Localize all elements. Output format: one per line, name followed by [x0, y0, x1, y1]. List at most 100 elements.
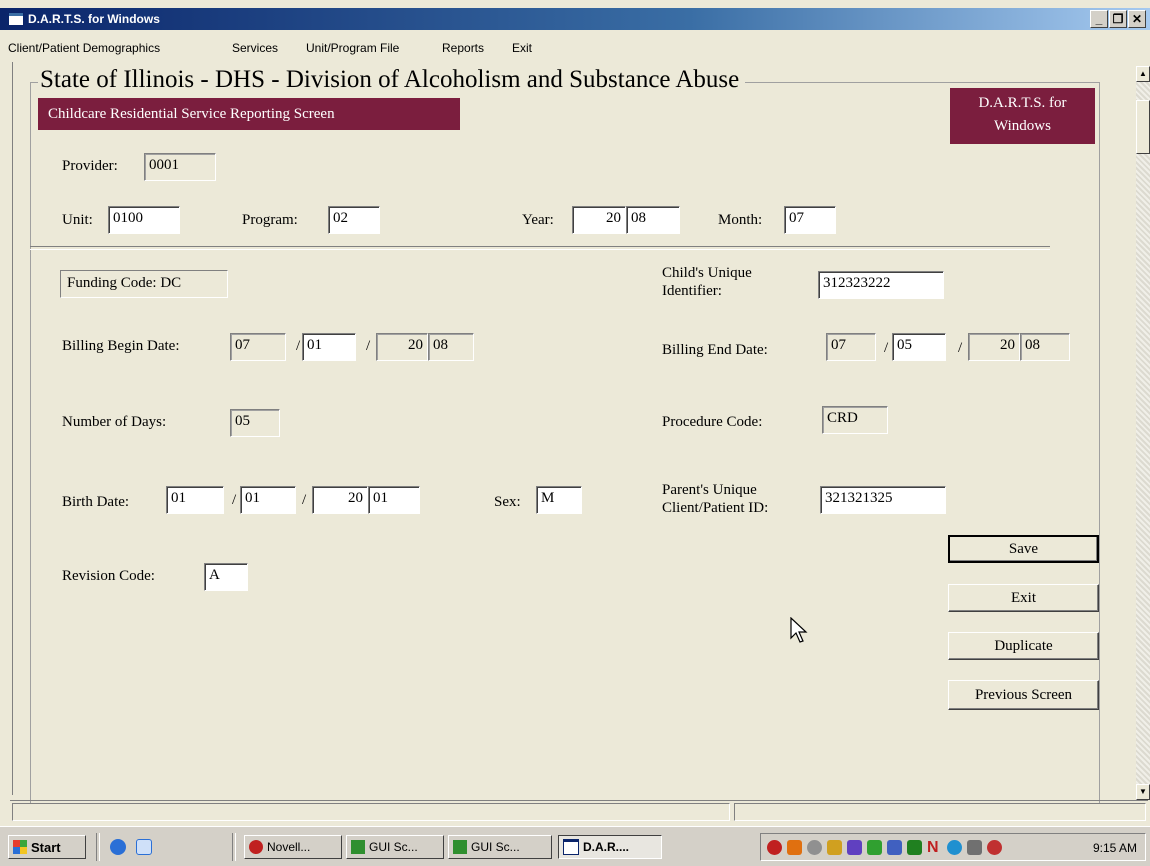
browser-icon[interactable]: [110, 839, 126, 855]
parent-id-label-1: Parent's Unique: [662, 482, 757, 498]
brand-line-2: Windows: [994, 118, 1051, 134]
taskbar: Start Novell... GUI Sc... GUI Sc... D.A.…: [0, 826, 1150, 866]
screen-subtitle: Childcare Residential Service Reporting …: [38, 98, 460, 130]
days-field: 05: [230, 409, 280, 437]
tray-icon[interactable]: [987, 840, 1002, 855]
birth-date-label: Birth Date:: [62, 494, 130, 510]
tray-icon[interactable]: [967, 840, 982, 855]
child-id-field[interactable]: 312323222: [818, 271, 944, 299]
desktop-icon[interactable]: [136, 839, 152, 855]
revision-code-field[interactable]: A: [204, 563, 248, 591]
program-field[interactable]: 02: [328, 206, 380, 234]
scroll-down-icon[interactable]: ▼: [1136, 784, 1150, 800]
birth-year-field[interactable]: 01: [368, 486, 420, 514]
taskbar-item-novell[interactable]: Novell...: [244, 835, 342, 859]
year-label: Year:: [522, 212, 554, 228]
parent-id-label-2: Client/Patient ID:: [662, 500, 769, 516]
end-month-field: 07: [826, 333, 876, 361]
restore-button[interactable]: ❐: [1109, 10, 1127, 28]
date-separator: /: [366, 338, 371, 354]
menu-client-patient-demographics[interactable]: Client/Patient Demographics: [8, 41, 160, 55]
month-label: Month:: [718, 212, 763, 228]
taskbar-item-gui-2[interactable]: GUI Sc...: [448, 835, 552, 859]
minimize-button[interactable]: _: [1090, 10, 1108, 28]
days-label: Number of Days:: [62, 414, 167, 430]
taskbar-item-label: Novell...: [267, 840, 311, 854]
start-button[interactable]: Start: [8, 835, 86, 859]
birth-day-field[interactable]: 01: [240, 486, 296, 514]
form-frame: [30, 82, 1100, 803]
menu-unit-program-file[interactable]: Unit/Program File: [306, 41, 399, 55]
page-title: State of Illinois - DHS - Division of Al…: [38, 66, 746, 94]
close-button[interactable]: ✕: [1128, 10, 1146, 28]
sex-field[interactable]: M: [536, 486, 582, 514]
start-label: Start: [31, 839, 61, 855]
tray-icon[interactable]: [807, 840, 822, 855]
begin-month-field: 07: [230, 333, 286, 361]
title-bar: D.A.R.T.S. for Windows _ ❐ ✕: [0, 8, 1150, 30]
parent-id-field[interactable]: 321321325: [820, 486, 946, 514]
date-separator: /: [296, 338, 301, 354]
tray-icon[interactable]: [907, 840, 922, 855]
tray-icon[interactable]: [867, 840, 882, 855]
parent-id-label: Parent's Unique Client/Patient ID:: [662, 481, 768, 517]
brand-line-1: D.A.R.T.S. for: [978, 95, 1067, 111]
date-separator: /: [232, 492, 237, 508]
procedure-field: CRD: [822, 406, 888, 434]
gui-app-icon: [351, 840, 365, 854]
windows-logo-icon: [13, 840, 27, 854]
status-pane-1: [12, 803, 730, 821]
birth-century-field[interactable]: 20: [312, 486, 368, 514]
program-label: Program:: [242, 212, 298, 228]
duplicate-button[interactable]: Duplicate: [948, 632, 1099, 660]
provider-field: 0001: [144, 153, 216, 181]
child-id-label-2: Identifier:: [662, 283, 722, 299]
exit-button[interactable]: Exit: [948, 584, 1099, 612]
n-icon[interactable]: N: [927, 840, 942, 856]
save-button[interactable]: Save: [948, 535, 1099, 563]
taskbar-separator: [232, 833, 236, 861]
end-day-field[interactable]: 05: [892, 333, 946, 361]
unit-field[interactable]: 0100: [108, 206, 180, 234]
scroll-thumb[interactable]: [1136, 100, 1150, 154]
window-icon: [563, 839, 579, 855]
previous-screen-button[interactable]: Previous Screen: [948, 680, 1099, 710]
tray-icon[interactable]: [887, 840, 902, 855]
begin-century-field: 20: [376, 333, 428, 361]
system-tray: N 9:15 AM: [760, 833, 1146, 861]
menu-exit[interactable]: Exit: [512, 41, 532, 55]
tray-icon[interactable]: [827, 840, 842, 855]
taskbar-item-darts[interactable]: D.A.R....: [558, 835, 662, 859]
year-century-field[interactable]: 20: [572, 206, 626, 234]
date-separator: /: [958, 340, 963, 356]
tray-icon[interactable]: [787, 840, 802, 855]
novell-icon: [249, 840, 263, 854]
clock[interactable]: 9:15 AM: [1093, 841, 1137, 855]
tray-icon[interactable]: [847, 840, 862, 855]
year-field[interactable]: 08: [626, 206, 680, 234]
funding-code: Funding Code: DC: [60, 270, 228, 298]
date-separator: /: [884, 340, 889, 356]
mouse-pointer-icon: [790, 617, 808, 643]
begin-day-field[interactable]: 01: [302, 333, 356, 361]
begin-year-field: 08: [428, 333, 474, 361]
sex-label: Sex:: [494, 494, 521, 510]
scroll-up-icon[interactable]: ▲: [1136, 66, 1150, 82]
divider: [30, 246, 1050, 250]
tray-icon[interactable]: [767, 840, 782, 855]
tray-icon[interactable]: [947, 840, 962, 855]
birth-month-field[interactable]: 01: [166, 486, 224, 514]
taskbar-separator: [96, 833, 100, 861]
taskbar-item-label: D.A.R....: [583, 840, 630, 854]
window-title: D.A.R.T.S. for Windows: [28, 12, 160, 26]
provider-label: Provider:: [62, 158, 118, 174]
procedure-label: Procedure Code:: [662, 414, 763, 430]
unit-label: Unit:: [62, 212, 93, 228]
billing-end-label: Billing End Date:: [662, 342, 768, 358]
month-field[interactable]: 07: [784, 206, 836, 234]
menu-services[interactable]: Services: [232, 41, 278, 55]
vertical-scrollbar[interactable]: ▲ ▼: [1136, 66, 1150, 800]
taskbar-item-gui-1[interactable]: GUI Sc...: [346, 835, 444, 859]
menu-reports[interactable]: Reports: [442, 41, 484, 55]
end-year-field: 08: [1020, 333, 1070, 361]
